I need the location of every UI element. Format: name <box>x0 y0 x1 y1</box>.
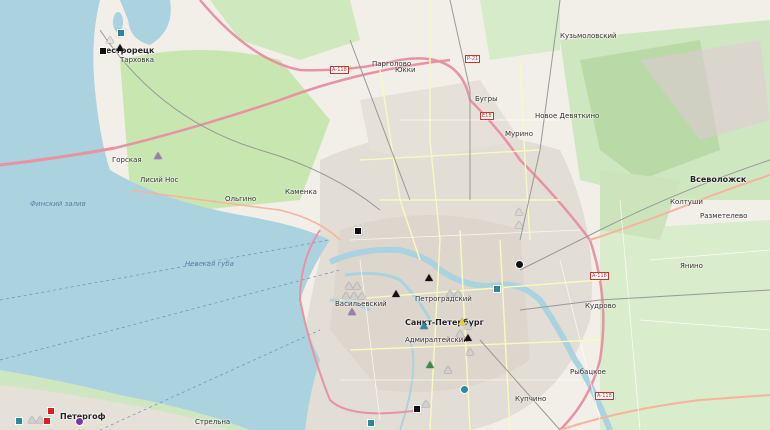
map-marker-square-icon[interactable] <box>48 408 54 414</box>
map-label-petrogradsky: Петроградский <box>415 295 472 303</box>
map-label-admiralteysky: Адмиралтейский <box>405 336 468 344</box>
map-marker-square-icon[interactable] <box>16 418 22 424</box>
map-label-yanino: Янино <box>680 262 703 270</box>
map-label-kamenka: Каменка <box>285 188 317 196</box>
map-marker-circle-icon[interactable] <box>461 386 468 393</box>
map-label-kupchino: Купчино <box>515 395 547 403</box>
map-marker-triangle-icon[interactable] <box>422 400 430 407</box>
map-marker-triangle-icon[interactable] <box>464 334 472 341</box>
map-marker-triangle-icon[interactable] <box>515 221 523 228</box>
map-marker-triangle-icon[interactable] <box>116 44 124 51</box>
map-marker-triangle-icon[interactable] <box>350 292 358 299</box>
map-label-ring-e18: E18 <box>480 112 494 120</box>
map-label-lisiy-nos: Лисий Нос <box>140 176 179 184</box>
map-marker-triangle-icon[interactable] <box>342 292 350 299</box>
map-label-vasileostrovsky: Васильевский <box>335 300 387 308</box>
map-label-kudrovo: Кудрово <box>585 302 617 310</box>
map-marker-triangle-icon[interactable] <box>106 36 114 43</box>
map-label-bugry: Бугры <box>475 95 498 103</box>
map-label-kuzmolovsky: Кузьмоловский <box>560 32 617 40</box>
map-label-ring-a118b: А-118 <box>595 392 614 400</box>
map-label-kotlin-strait: Невская губа <box>185 260 234 268</box>
map-marker-square-icon[interactable] <box>100 48 106 54</box>
map-marker-triangle-icon[interactable] <box>358 292 366 299</box>
map-label-strelna: Стрельна <box>195 418 231 426</box>
map-marker-triangle-icon[interactable] <box>353 282 361 289</box>
map-marker-triangle-icon[interactable] <box>28 416 36 423</box>
map-label-tarkhovka: Тарховка <box>120 56 155 64</box>
map-marker-square-icon[interactable] <box>355 228 361 234</box>
map-marker-circle-icon[interactable] <box>76 418 83 425</box>
map-marker-triangle-icon[interactable] <box>454 290 462 297</box>
map-label-pargolovo: Парголово <box>372 60 412 68</box>
map-marker-circle-icon[interactable] <box>516 261 523 268</box>
map-marker-square-icon[interactable] <box>118 30 124 36</box>
map-marker-square-icon[interactable] <box>414 406 420 412</box>
map-marker-triangle-icon[interactable] <box>392 290 400 297</box>
map-canvas[interactable]: Сестрорецк Тарховка Горская Лисий Нос Ольгин… <box>0 0 770 430</box>
map-marker-triangle-icon[interactable] <box>466 348 474 355</box>
map-marker-triangle-icon[interactable] <box>348 308 356 315</box>
map-marker-square-icon[interactable] <box>494 286 500 292</box>
map-marker-triangle-icon[interactable] <box>420 322 428 329</box>
map-marker-triangle-icon[interactable] <box>446 290 454 297</box>
map-marker-triangle-icon[interactable] <box>426 361 434 368</box>
map-marker-triangle-icon[interactable] <box>345 282 353 289</box>
map-marker-triangle-icon[interactable] <box>515 208 523 215</box>
map-label-gorskaya: Горская <box>112 156 142 164</box>
map-label-gulf: Финский залив <box>30 200 86 208</box>
map-marker-triangle-icon[interactable] <box>425 274 433 281</box>
map-label-olgino: Ольгино <box>225 195 257 203</box>
map-marker-square-icon[interactable] <box>44 418 50 424</box>
map-label-razmetelevo: Разметелево <box>700 212 748 220</box>
map-label-rudnevo: Рыбацкое <box>570 368 606 376</box>
map-label-murino: Мурино <box>505 130 534 138</box>
map-label-vsevolozhsk: Всеволожск <box>690 175 747 184</box>
map-label-ring-a118c: А-118 <box>330 66 349 74</box>
map-label-koltushi: Колтуши <box>670 198 703 206</box>
map-label-ring-a118: А-118 <box>590 272 609 280</box>
map-label-novoe-devyatkino: Новое Девяткино <box>535 112 600 120</box>
map-marker-triangle-icon[interactable] <box>444 366 452 373</box>
map-marker-triangle-icon[interactable] <box>154 152 162 159</box>
map-marker-triangle-icon[interactable] <box>456 330 464 337</box>
map-marker-square-icon[interactable] <box>368 420 374 426</box>
map-label-sestroretsk: Сестрорецк <box>100 46 155 55</box>
map-marker-triangle-icon[interactable] <box>464 322 472 329</box>
map-marker-triangle-icon[interactable] <box>36 416 44 423</box>
map-label-r21: Р-21 <box>465 55 481 63</box>
